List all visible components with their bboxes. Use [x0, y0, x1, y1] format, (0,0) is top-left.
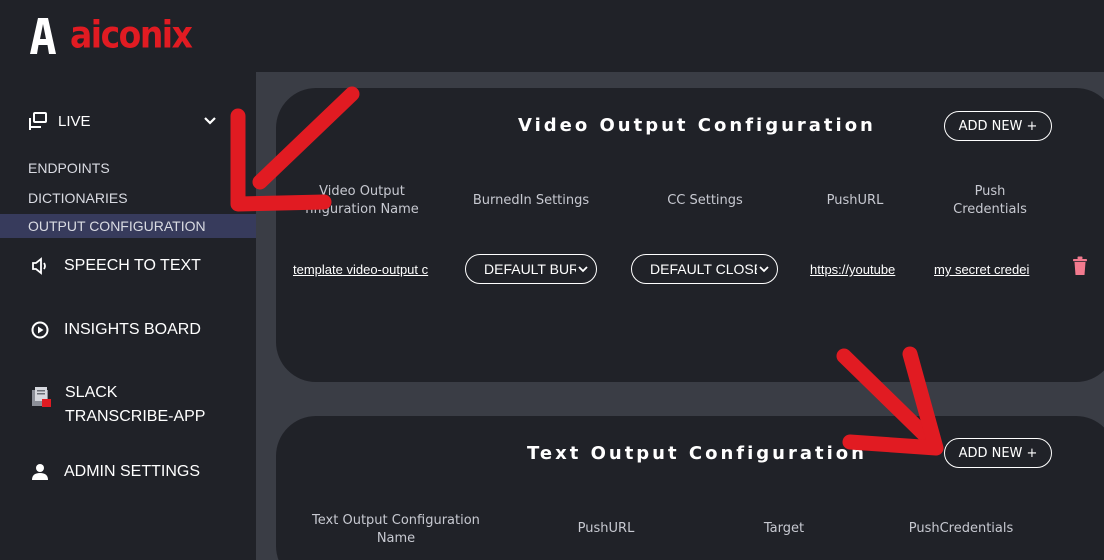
select-value: DEFAULT BURI: [484, 261, 576, 277]
sidebar-item-label: ADMIN SETTINGS: [64, 463, 201, 480]
add-text-output-button[interactable]: ADD NEW +: [944, 438, 1052, 468]
speaker-icon: [30, 256, 50, 276]
aiconix-logo-icon: [30, 18, 56, 54]
column-header-pushurl: PushURL: [826, 193, 884, 208]
sidebar-subitem-endpoints[interactable]: ENDPOINTS: [0, 156, 256, 180]
push-credentials-field[interactable]: my secret credei: [934, 262, 1036, 277]
cc-settings-select[interactable]: DEFAULT CLOSE: [631, 254, 778, 284]
user-icon: [30, 462, 50, 482]
sidebar-subitem-dictionaries[interactable]: DICTIONARIES: [0, 186, 256, 210]
chevron-down-icon[interactable]: [202, 113, 218, 129]
trash-icon[interactable]: [1072, 256, 1088, 276]
sidebar: LIVE ENDPOINTS DICTIONARIES OUTPUT CONFI…: [0, 72, 256, 560]
sidebar-item-label: LIVE: [58, 112, 91, 130]
play-circle-icon: [30, 320, 50, 340]
column-header-cc: CC Settings: [667, 193, 743, 208]
chevron-down-icon: [578, 266, 588, 273]
sidebar-item-speech-to-text[interactable]: SPEECH TO TEXT: [30, 256, 201, 276]
column-header-pushcredentials: PushCredentials: [908, 521, 1014, 536]
column-header-line: Name: [376, 531, 416, 546]
video-output-config-title: Video Output Configuration: [518, 115, 876, 136]
column-header-line: Text Output Configuration: [312, 513, 480, 528]
add-video-output-button[interactable]: ADD NEW +: [944, 111, 1052, 141]
sidebar-item-live[interactable]: LIVE: [28, 108, 218, 134]
select-value: DEFAULT CLOSE: [650, 261, 757, 277]
text-output-config-title: Text Output Configuration: [527, 443, 867, 464]
column-header-name: Text Output Configuration Name: [296, 512, 496, 548]
push-url-field[interactable]: https://youtube: [810, 262, 904, 277]
sidebar-item-admin-settings[interactable]: ADMIN SETTINGS: [30, 462, 200, 482]
burnedin-settings-select[interactable]: DEFAULT BURI: [465, 254, 597, 284]
slack-app-icon: [32, 387, 51, 407]
sidebar-item-insights-board[interactable]: INSIGHTS BOARD: [30, 320, 201, 340]
column-header-name: Video Output nfiguration Name: [296, 183, 428, 219]
column-header-pushurl: PushURL: [577, 521, 635, 536]
column-header-burnedin: BurnedIn Settings: [472, 193, 590, 208]
sidebar-subitem-output-configuration[interactable]: OUTPUT CONFIGURATION: [0, 214, 256, 238]
chevron-down-icon: [759, 266, 769, 273]
live-broadcast-icon: [29, 112, 47, 130]
config-name-field[interactable]: template video-output c: [293, 262, 433, 277]
app-header: aiconix: [0, 0, 1104, 72]
column-header-credentials: Push Credentials: [930, 183, 1050, 219]
column-header-line: nfiguration Name: [305, 202, 419, 217]
sidebar-item-label: INSIGHTS BOARD: [64, 321, 201, 338]
sidebar-item-label: TRANSCRIBE-APP: [65, 408, 206, 425]
column-header-line: Video Output: [319, 184, 405, 199]
column-header-line: Push: [974, 184, 1006, 199]
sidebar-item-label: SLACK: [65, 384, 118, 401]
logo-wordmark: aiconix: [70, 12, 193, 57]
sidebar-item-label: SPEECH TO TEXT: [64, 257, 201, 274]
column-header-target: Target: [763, 521, 805, 536]
column-header-line: Credentials: [953, 202, 1027, 217]
